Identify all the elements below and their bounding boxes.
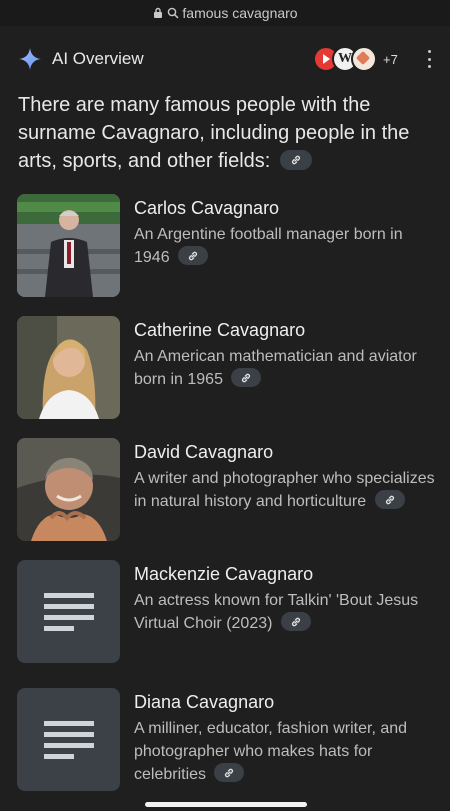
overview-intro: There are many famous people with the su… — [18, 94, 410, 172]
search-icon — [167, 7, 179, 19]
person-description: A writer and photographer who specialize… — [134, 470, 435, 510]
link-icon[interactable] — [231, 368, 262, 388]
link-icon[interactable] — [214, 763, 245, 783]
url-text: famous cavagnaro — [182, 5, 298, 21]
person-photo — [17, 316, 120, 419]
person-description: A milliner, educator, fashion writer, an… — [134, 720, 408, 783]
sparkle-icon — [19, 48, 41, 70]
person-description: An Argentine football manager born in 19… — [134, 226, 403, 266]
person-name[interactable]: Mackenzie Cavagnaro — [134, 562, 439, 586]
person-name[interactable]: David Cavagnaro — [134, 440, 439, 464]
person-description: An American mathematician and aviator bo… — [134, 348, 417, 388]
source-avatars[interactable]: W +7 — [313, 46, 398, 72]
document-icon — [17, 560, 120, 663]
more-vert-icon[interactable] — [424, 50, 434, 68]
person-photo — [17, 438, 120, 541]
document-icon — [17, 688, 120, 791]
person-name[interactable]: Diana Cavagnaro — [134, 690, 439, 714]
link-icon[interactable] — [280, 612, 311, 632]
link-icon[interactable] — [374, 490, 405, 510]
person-description: An actress known for Talkin' 'Bout Jesus… — [134, 592, 419, 632]
link-icon[interactable] — [178, 246, 209, 266]
ai-overview-title: AI Overview — [52, 49, 144, 68]
person-name[interactable]: Catherine Cavagnaro — [134, 318, 439, 342]
home-indicator[interactable] — [145, 802, 307, 807]
person-photo — [17, 194, 120, 297]
website-source-icon — [351, 46, 377, 72]
link-icon[interactable] — [279, 149, 312, 170]
address-bar[interactable]: famous cavagnaro — [0, 0, 450, 26]
person-name[interactable]: Carlos Cavagnaro — [134, 196, 439, 220]
lock-icon — [152, 7, 164, 19]
more-sources-count: +7 — [383, 51, 398, 67]
